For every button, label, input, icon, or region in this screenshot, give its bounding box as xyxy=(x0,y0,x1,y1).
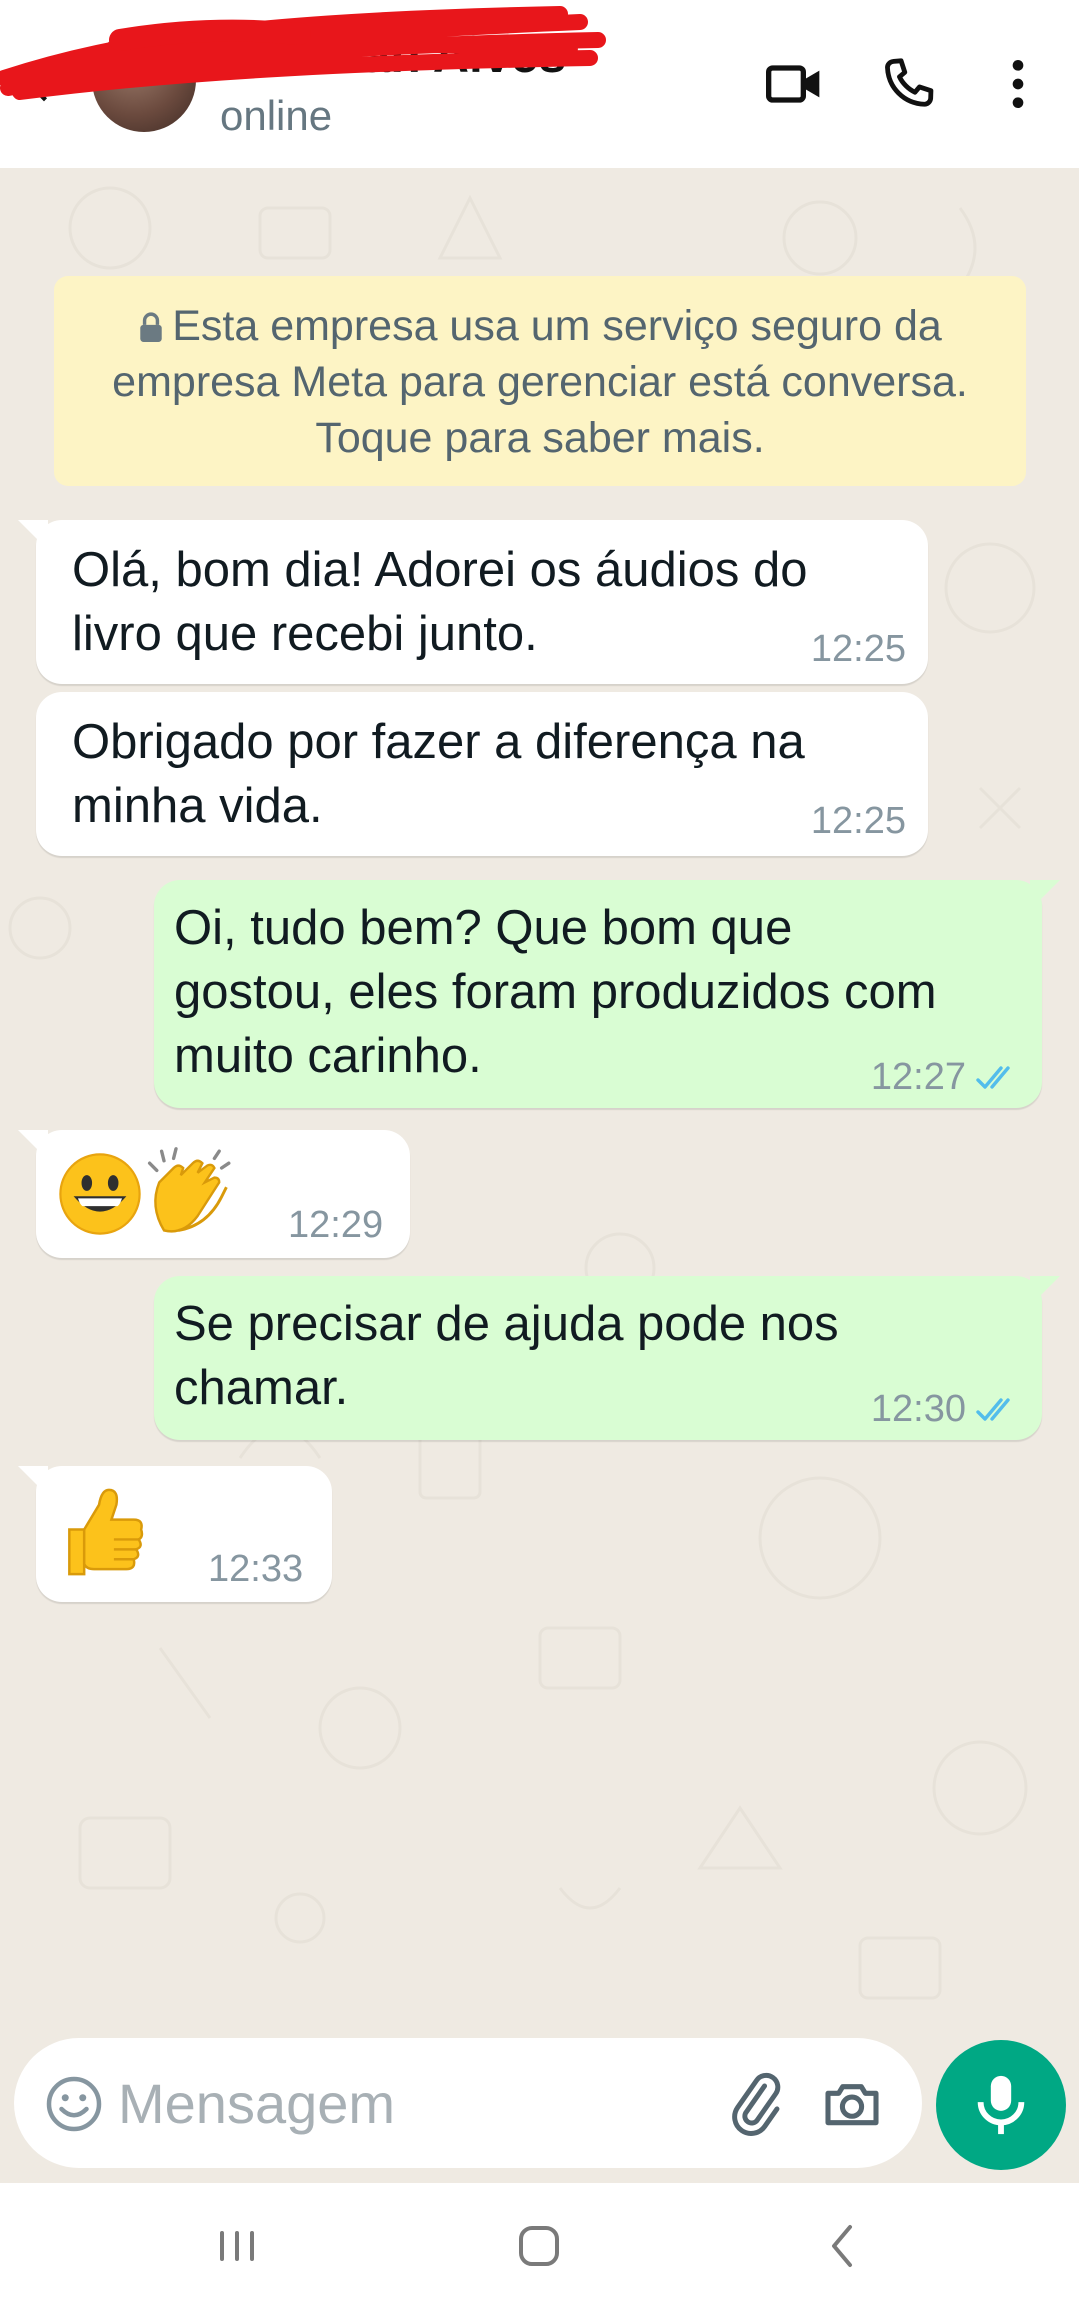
message-text: Obrigado por fazer a diferença na xyxy=(72,715,805,769)
attachment-icon[interactable] xyxy=(722,2070,788,2136)
grinning-face-emoji xyxy=(59,1153,141,1235)
read-receipt-icon xyxy=(976,1066,1010,1089)
message-text: chamar. xyxy=(174,1361,349,1415)
message-text: minha vida. xyxy=(72,779,323,833)
lock-icon xyxy=(140,312,162,342)
voice-message-button[interactable] xyxy=(936,2040,1066,2170)
message-time: 12:25 xyxy=(810,800,906,842)
nav-back-icon[interactable] xyxy=(808,2213,878,2279)
security-notice-line-3: Toque para saber mais. xyxy=(315,414,765,462)
microphone-icon xyxy=(977,2075,1025,2135)
security-notice-line-2: empresa Meta para gerenciar está convers… xyxy=(112,358,968,406)
message-text: muito carinho. xyxy=(174,1029,482,1083)
video-call-icon[interactable] xyxy=(762,52,826,116)
clapping-hands-emoji xyxy=(147,1147,231,1233)
message-time: 12:27 xyxy=(870,1056,966,1098)
chat-header: Deborah Alves online xyxy=(0,0,1079,168)
chat-area[interactable]: Esta empresa usa um serviço seguro da em… xyxy=(0,168,1079,2043)
message-text: Se precisar de ajuda pode nos xyxy=(174,1297,839,1351)
system-navigation-bar xyxy=(0,2183,1079,2309)
bubble-tail xyxy=(1030,880,1060,910)
more-options-icon[interactable] xyxy=(986,52,1050,116)
security-notice-line-1: Esta empresa usa um serviço seguro da xyxy=(54,298,1026,354)
message-time: 12:29 xyxy=(288,1204,384,1246)
message-text: livro que recebi junto. xyxy=(72,607,538,661)
message-bubble-outgoing[interactable]: Se precisar de ajuda pode nos chamar. 12… xyxy=(154,1276,1060,1440)
read-receipt-icon xyxy=(976,1398,1010,1421)
message-composer xyxy=(14,2038,922,2168)
bubble-tail xyxy=(1030,1276,1060,1306)
thumbs-up-emoji xyxy=(68,1488,144,1576)
recent-apps-icon[interactable] xyxy=(202,2213,272,2279)
security-notice[interactable]: Esta empresa usa um serviço seguro da em… xyxy=(54,276,1026,486)
message-text: Oi, tudo bem? Que bom que xyxy=(174,901,793,955)
message-bubble-outgoing[interactable]: Oi, tudo bem? Que bom que gostou, eles f… xyxy=(154,880,1060,1108)
message-text: gostou, eles foram produzidos com xyxy=(174,965,937,1019)
message-time: 12:30 xyxy=(870,1388,966,1430)
home-icon[interactable] xyxy=(504,2213,574,2279)
voice-call-icon[interactable] xyxy=(876,52,940,116)
camera-icon[interactable] xyxy=(820,2072,884,2136)
message-time: 12:33 xyxy=(208,1548,304,1590)
bubble-tail xyxy=(18,520,48,550)
message-time: 12:25 xyxy=(810,628,906,670)
message-bubble-incoming[interactable]: Olá, bom dia! Adorei os áudios do livro … xyxy=(18,520,928,684)
bubble-tail xyxy=(18,1130,48,1160)
message-text: Olá, bom dia! Adorei os áudios do xyxy=(72,543,808,597)
emoji-picker-icon[interactable] xyxy=(44,2074,104,2134)
message-input[interactable] xyxy=(118,2058,698,2148)
message-bubble-incoming[interactable]: Obrigado por fazer a diferença na minha … xyxy=(36,692,928,856)
presence-status: online xyxy=(220,92,333,139)
message-bubble-incoming[interactable]: 12:29 xyxy=(18,1130,410,1258)
message-bubble-incoming[interactable]: 12:33 xyxy=(18,1466,332,1602)
bubble-tail xyxy=(18,1466,48,1496)
